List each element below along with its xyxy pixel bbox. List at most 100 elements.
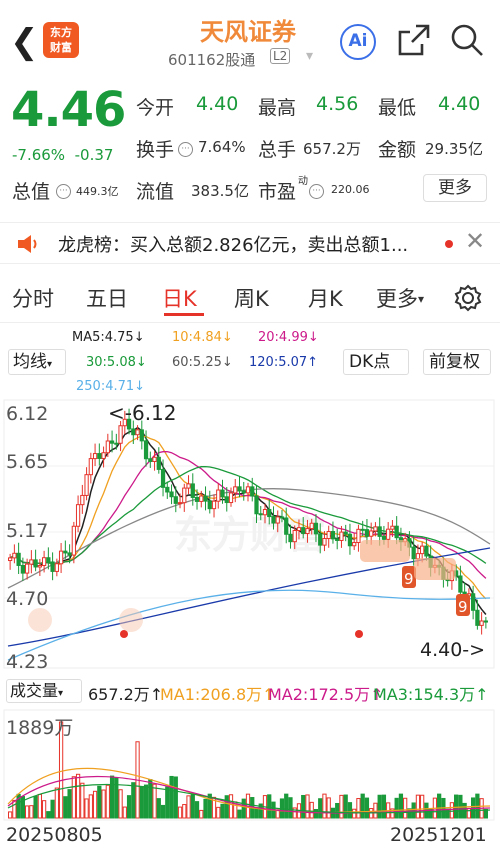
- high-marker: <-6.12: [108, 401, 177, 425]
- candle: [241, 490, 246, 494]
- back-chevron-icon[interactable]: ❮: [10, 22, 39, 62]
- volume-bar: [88, 794, 93, 819]
- event-bubble[interactable]: [28, 608, 52, 632]
- signal-badge[interactable]: [414, 558, 456, 580]
- candle: [220, 489, 225, 498]
- event-bubble[interactable]: [119, 608, 143, 632]
- event-dot[interactable]: [355, 630, 363, 638]
- mktcap-info-icon[interactable]: ···: [56, 180, 71, 199]
- signal-nine-label: 9: [458, 598, 468, 616]
- ma-selector-button[interactable]: 均线▾: [8, 349, 66, 375]
- volume-indicator-selector[interactable]: 成交量▾: [6, 679, 82, 703]
- candle: [267, 508, 272, 518]
- candle: [356, 528, 361, 544]
- ma10-value: 10:4.84↓: [172, 330, 233, 345]
- volume-bar: [67, 789, 72, 819]
- candle: [313, 522, 319, 535]
- start-date: 20250805: [6, 824, 103, 846]
- high-value: 4.56: [316, 93, 359, 115]
- candle: [199, 495, 204, 502]
- ma250-value: 250:4.71↓: [76, 379, 146, 394]
- candle: [50, 561, 55, 572]
- candle: [135, 429, 140, 436]
- volume-bar: [101, 789, 106, 819]
- candle: [364, 529, 370, 537]
- volume-chart[interactable]: 1889万: [0, 708, 500, 822]
- tab-monthly-k[interactable]: 月K: [308, 283, 343, 313]
- share-icon[interactable]: [396, 22, 432, 58]
- dk-point-button[interactable]: DK点: [343, 349, 409, 375]
- settings-gear-icon[interactable]: [453, 283, 483, 313]
- volume-bar: [381, 794, 387, 819]
- volume-bar: [139, 786, 144, 819]
- volume-bar: [131, 782, 136, 819]
- candle: [301, 527, 306, 535]
- volume-bar: [84, 798, 89, 819]
- search-icon[interactable]: [449, 22, 485, 58]
- candle: [97, 453, 102, 459]
- tab-more[interactable]: 更多▾: [376, 283, 424, 313]
- pe-info-icon[interactable]: ···: [309, 180, 324, 199]
- candlestick-chart[interactable]: 东方财富 6.12 5.65 5.17 4.70 4.23 <-6.12 4.4…: [0, 398, 500, 672]
- turnover-value: 7.64%: [198, 138, 246, 156]
- speaker-icon: [18, 235, 37, 253]
- price-change: -7.66% -0.37: [12, 146, 113, 164]
- candle: [173, 496, 178, 504]
- volume-bar: [267, 794, 272, 819]
- candle: [12, 552, 17, 559]
- candle: [381, 535, 387, 540]
- candle: [71, 525, 76, 556]
- tab-five-day[interactable]: 五日: [86, 283, 128, 313]
- candle: [37, 564, 42, 568]
- candle: [207, 500, 212, 510]
- volume-bar: [420, 794, 425, 819]
- dropdown-arrow-icon[interactable]: ▾: [306, 48, 313, 64]
- volume-bar: [454, 794, 459, 819]
- volume-bar: [318, 798, 323, 819]
- adjust-type-button[interactable]: 前复权: [423, 349, 491, 375]
- volume-bar: [75, 773, 81, 819]
- ai-assistant-button[interactable]: Ai: [340, 24, 376, 60]
- ma30-value: 30:5.08↓: [86, 355, 147, 370]
- volume-bar: [326, 797, 331, 819]
- pe-label: 市盈: [258, 181, 297, 203]
- candle: [360, 528, 365, 531]
- volume-bar: [301, 794, 306, 819]
- ytick-label: 4.23: [6, 651, 48, 672]
- turnover-info-icon[interactable]: ···: [178, 138, 193, 157]
- volume-bar: [114, 776, 119, 819]
- volume-bar: [347, 802, 353, 819]
- signal-badge[interactable]: [360, 540, 410, 562]
- volume-value: 657.2万: [303, 140, 361, 158]
- candle: [152, 456, 157, 462]
- volume-bar: [377, 794, 382, 819]
- volume-bar: [182, 804, 187, 819]
- close-icon[interactable]: ✕: [465, 227, 485, 255]
- dragon-tiger-banner[interactable]: 龙虎榜：买入总额2.826亿元，卖出总额1... ✕: [0, 222, 500, 264]
- tab-weekly-k[interactable]: 周K: [234, 283, 269, 313]
- volume-bar: [37, 793, 42, 819]
- candle: [190, 483, 195, 498]
- candle: [262, 508, 268, 516]
- volume-bar: [80, 782, 85, 819]
- level2-badge[interactable]: L2: [270, 48, 291, 64]
- high-label: 最高: [258, 97, 297, 119]
- volume-bar: [190, 794, 195, 819]
- volume-bar: [152, 783, 157, 819]
- volume-bar: [288, 797, 293, 819]
- ytick-label: 4.70: [6, 588, 48, 610]
- candle: [335, 538, 340, 541]
- divider: [0, 322, 500, 323]
- candle: [75, 504, 81, 527]
- volume-bar: [216, 806, 221, 819]
- candle: [46, 557, 51, 563]
- volume-bar: [24, 805, 30, 819]
- tab-intraday[interactable]: 分时: [12, 283, 54, 313]
- ytick-label: 5.65: [6, 451, 48, 473]
- candle: [228, 492, 234, 504]
- tab-daily-k[interactable]: 日K: [162, 283, 197, 313]
- signal-nine-label: 9: [404, 570, 414, 588]
- volume-bar: [165, 786, 170, 819]
- more-quote-button[interactable]: 更多: [423, 174, 487, 202]
- volume-bar: [203, 798, 208, 819]
